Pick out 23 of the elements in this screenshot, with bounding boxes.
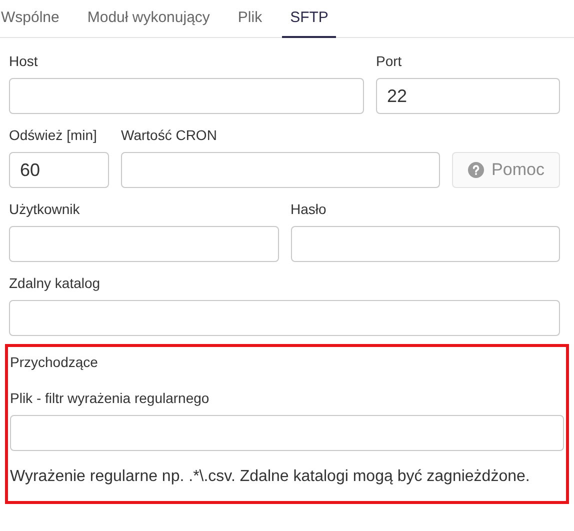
input-field[interactable] bbox=[9, 78, 364, 114]
field-label: Hasło bbox=[290, 200, 328, 219]
help-icon bbox=[468, 162, 484, 178]
input-field[interactable] bbox=[121, 152, 440, 188]
field-label: Użytkownik bbox=[9, 200, 81, 219]
input-field[interactable]: 22 bbox=[376, 78, 560, 114]
field-label: Host bbox=[9, 52, 39, 71]
input-field[interactable]: 60 bbox=[9, 152, 109, 188]
tab[interactable]: SFTP bbox=[282, 0, 336, 38]
field-label: Plik - filtr wyrażenia regularnego bbox=[10, 389, 210, 408]
field-label: Zdalny katalog bbox=[9, 274, 102, 293]
field-label: Port bbox=[376, 52, 403, 71]
input-field[interactable] bbox=[290, 226, 560, 262]
input-field[interactable] bbox=[10, 415, 564, 451]
tab[interactable]: Wspólne bbox=[1, 0, 68, 38]
section-title: Przychodzące bbox=[10, 353, 99, 372]
input-field[interactable] bbox=[9, 300, 560, 336]
tab[interactable]: Plik bbox=[230, 0, 270, 38]
tab[interactable]: Moduł wykonujący bbox=[79, 0, 218, 38]
field-label: Odśwież [min] bbox=[9, 126, 98, 145]
input-field[interactable] bbox=[9, 226, 278, 262]
field-label: Wartość CRON bbox=[121, 126, 218, 145]
help-text: Wyrażenie regularne np. .*\.csv. Zdalne katalogi mogą być zagnieżdżone. bbox=[10, 467, 531, 487]
